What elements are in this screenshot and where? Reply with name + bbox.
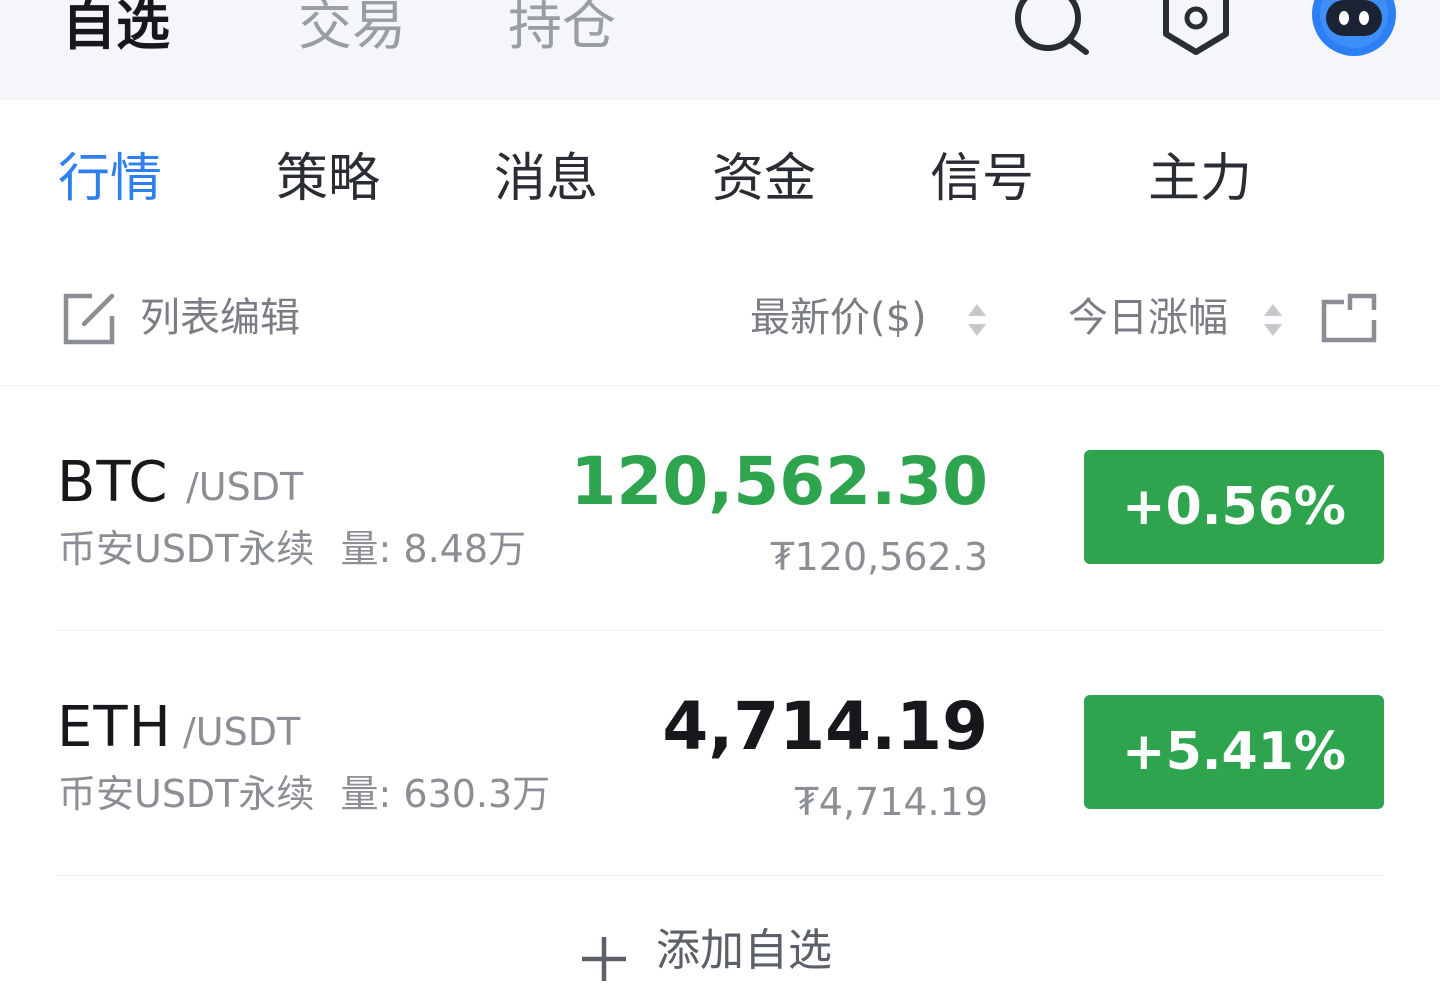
volume-text: 量: 8.48万 — [340, 527, 527, 571]
robot-avatar-icon[interactable] — [1308, 0, 1400, 62]
row-divider — [56, 875, 1384, 876]
subtab-signals[interactable]: 信号 — [930, 144, 1034, 214]
plus-icon — [582, 937, 626, 981]
volume-text: 量: 630.3万 — [340, 772, 551, 816]
tab-trade[interactable]: 交易 — [298, 0, 406, 66]
add-watchlist-button[interactable]: 添加自选 — [0, 905, 1440, 981]
subtab-market[interactable]: 行情 — [58, 144, 162, 214]
list-header: 列表编辑 最新价($) 今日涨幅 — [0, 270, 1440, 386]
market-subtabs: 行情 策略 消息 资金 信号 主力 — [0, 100, 1440, 260]
share-export-icon[interactable] — [1320, 290, 1380, 346]
price-column-header[interactable]: 最新价($) — [750, 292, 927, 344]
top-nav-bar: 自选 交易 持仓 — [0, 0, 1440, 100]
latest-price: 120,562.30 — [570, 443, 988, 520]
search-icon[interactable] — [1010, 0, 1092, 60]
quote-currency: /USDT — [183, 710, 301, 754]
price-usdt: ₮120,562.3 — [770, 535, 988, 579]
subtab-funds[interactable]: 资金 — [712, 144, 816, 214]
change-column-header[interactable]: 今日涨幅 — [1068, 292, 1228, 344]
latest-price: 4,714.19 — [662, 688, 988, 765]
table-row[interactable]: ETH /USDT 币安USDT永续 量: 630.3万 4,714.19 ₮4… — [0, 631, 1440, 876]
add-watchlist-label: 添加自选 — [656, 925, 832, 976]
subtab-main-force[interactable]: 主力 — [1148, 144, 1252, 214]
price-usdt: ₮4,714.19 — [794, 780, 988, 824]
change-badge[interactable]: +5.41% — [1084, 695, 1384, 809]
coin-symbol: ETH — [57, 695, 172, 760]
list-edit-label[interactable]: 列表编辑 — [140, 292, 300, 344]
coin-symbol: BTC — [57, 450, 169, 515]
quote-currency: /USDT — [186, 465, 304, 509]
subtab-news[interactable]: 消息 — [494, 144, 598, 214]
tab-positions[interactable]: 持仓 — [508, 0, 616, 66]
subtab-strategy[interactable]: 策略 — [276, 144, 380, 214]
exchange-name: 币安USDT永续 — [58, 772, 315, 816]
hexagon-settings-icon[interactable] — [1158, 0, 1234, 60]
exchange-name: 币安USDT永续 — [58, 527, 315, 571]
change-badge[interactable]: +0.56% — [1084, 450, 1384, 564]
sort-arrows-icon[interactable] — [1262, 300, 1284, 340]
exchange-volume: 币安USDT永续 量: 8.48万 — [58, 524, 526, 574]
tab-watchlist[interactable]: 自选 — [62, 0, 170, 66]
exchange-volume: 币安USDT永续 量: 630.3万 — [58, 769, 550, 819]
table-row[interactable]: BTC /USDT 币安USDT永续 量: 8.48万 120,562.30 ₮… — [0, 386, 1440, 631]
sort-arrows-icon[interactable] — [966, 300, 988, 340]
edit-square-icon[interactable] — [62, 292, 118, 346]
